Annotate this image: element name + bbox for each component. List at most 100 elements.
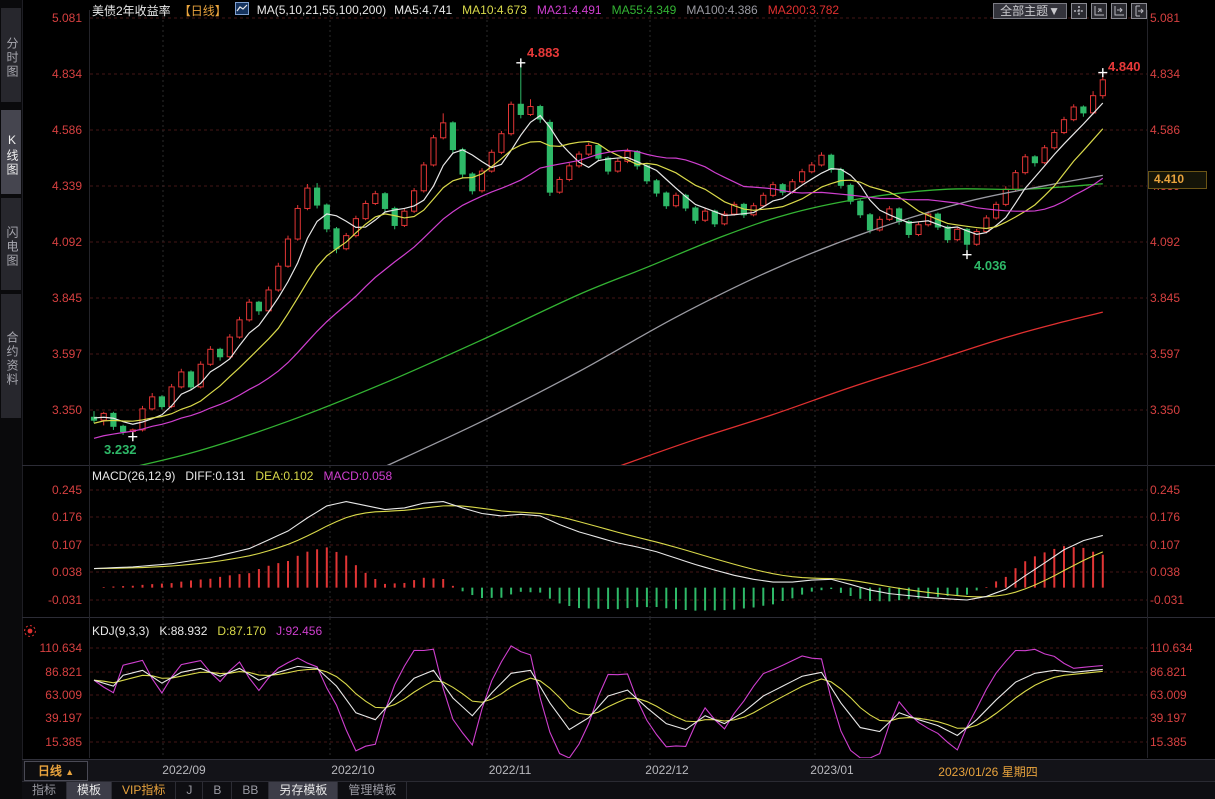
ma-value-label: MA5:4.741 bbox=[394, 3, 452, 17]
y-axis-label: 86.821 bbox=[1150, 664, 1187, 680]
y-axis-label: -0.031 bbox=[22, 592, 82, 608]
chart-header: 美债2年收益率 【日线】 MA(5,10,21,55,100,200) MA5:… bbox=[92, 2, 839, 18]
date-axis-label: 2023/01/26 星期四 bbox=[923, 763, 1053, 780]
bottom-tab-VIP指标[interactable]: VIP指标 bbox=[112, 782, 176, 799]
y-axis-label: 63.009 bbox=[1150, 687, 1187, 703]
y-axis-label: 4.834 bbox=[22, 66, 82, 82]
y-axis-label: 0.176 bbox=[22, 509, 82, 525]
y-axis-label: 0.245 bbox=[1150, 482, 1180, 498]
chart-type-icon[interactable] bbox=[235, 2, 249, 18]
y-axis-label: 5.081 bbox=[22, 10, 82, 26]
bottom-tab-B[interactable]: B bbox=[203, 782, 232, 799]
y-axis-label: 0.107 bbox=[1150, 537, 1180, 553]
bottom-tab-J[interactable]: J bbox=[176, 782, 203, 799]
sidebar-item-1[interactable]: 分时图 bbox=[1, 8, 21, 102]
macd-header-label: MACD:0.058 bbox=[323, 469, 392, 483]
fit-horizontal-icon[interactable] bbox=[1111, 3, 1127, 19]
kdj-header-label: K:88.932 bbox=[159, 624, 207, 638]
y-axis-label: 0.038 bbox=[22, 564, 82, 580]
ma-value-label: MA10:4.673 bbox=[462, 3, 527, 17]
y-axis-label: 4.092 bbox=[1150, 234, 1180, 250]
y-axis-label: 3.845 bbox=[1150, 290, 1180, 306]
left-sidebar: 分时图 K线图闪电图合约资料 bbox=[0, 0, 23, 799]
date-axis-row: 日线 ▲ 2022/092022/102022/112022/122023/01… bbox=[22, 759, 1215, 782]
y-axis-label: 3.597 bbox=[1150, 346, 1180, 362]
alert-dot-icon[interactable] bbox=[23, 624, 37, 638]
plot-right-border bbox=[1147, 10, 1148, 758]
y-axis-label: 0.176 bbox=[1150, 509, 1180, 525]
y-axis-label: 110.634 bbox=[22, 640, 82, 656]
date-axis-label: 2022/09 bbox=[149, 763, 219, 777]
fit-vertical-icon[interactable] bbox=[1091, 3, 1107, 19]
y-axis-label: 4.339 bbox=[22, 178, 82, 194]
sidebar-item-4[interactable]: 合约资料 bbox=[1, 294, 21, 418]
ma-value-label: MA55:4.349 bbox=[612, 3, 677, 17]
y-axis-label: 15.385 bbox=[22, 734, 82, 750]
y-axis-label: 110.634 bbox=[1150, 640, 1193, 656]
y-axis-label: 39.197 bbox=[22, 710, 82, 726]
ma-value-label: MA200:3.782 bbox=[768, 3, 839, 17]
kdj-header-label: D:87.170 bbox=[217, 624, 266, 638]
y-axis-label: 4.834 bbox=[1150, 66, 1180, 82]
y-axis-label: 4.586 bbox=[22, 122, 82, 138]
price-annotation: 3.232 bbox=[104, 442, 137, 457]
last-price-tag: 4.410 bbox=[1148, 171, 1207, 189]
macd-pane[interactable] bbox=[90, 466, 1147, 618]
macd-header-label: MACD(26,12,9) bbox=[92, 469, 175, 483]
bottom-tab-另存模板[interactable]: 另存模板 bbox=[269, 782, 338, 799]
price-annotation: 4.036 bbox=[974, 258, 1007, 273]
top-right-toolbar: 全部主题▼ bbox=[993, 3, 1147, 19]
bottom-tab-bar: 指标模板VIP指标JBBB另存模板管理模板 bbox=[22, 781, 1215, 799]
main-candlestick-pane[interactable] bbox=[90, 10, 1147, 466]
y-axis-label: 4.586 bbox=[1150, 122, 1180, 138]
kdj-header-label: KDJ(9,3,3) bbox=[92, 624, 149, 638]
y-axis-label: 4.092 bbox=[22, 234, 82, 250]
plot-left-border bbox=[89, 10, 90, 758]
kdj-header-label: J:92.456 bbox=[276, 624, 322, 638]
price-annotation: 4.883 bbox=[527, 45, 560, 60]
y-axis-label: 3.350 bbox=[1150, 402, 1180, 418]
y-axis-label: 0.245 bbox=[22, 482, 82, 498]
trading-terminal: 分时图 K线图闪电图合约资料 美债2年收益率 【日线】 MA(5,10,21,55… bbox=[0, 0, 1215, 799]
period-selector[interactable]: 日线 ▲ bbox=[24, 761, 88, 781]
period-arrow-icon: ▲ bbox=[65, 767, 74, 777]
pane-shift-icon[interactable] bbox=[1131, 3, 1147, 19]
y-axis-label: 5.081 bbox=[1150, 10, 1180, 26]
y-axis-label: 3.845 bbox=[22, 290, 82, 306]
date-axis-label: 2022/11 bbox=[475, 763, 545, 777]
pane-separator bbox=[22, 617, 1215, 618]
bottom-tab-指标[interactable]: 指标 bbox=[22, 782, 67, 799]
sidebar-item-2[interactable]: K线图 bbox=[1, 110, 21, 194]
y-axis-label: 0.107 bbox=[22, 537, 82, 553]
y-axis-label: -0.031 bbox=[1150, 592, 1184, 608]
bottom-tab-BB[interactable]: BB bbox=[232, 782, 269, 799]
price-annotation: 4.840 bbox=[1108, 59, 1141, 74]
theme-selector-button[interactable]: 全部主题▼ bbox=[993, 3, 1067, 19]
ma-group-label: MA(5,10,21,55,100,200) bbox=[257, 3, 386, 17]
y-axis-label: 15.385 bbox=[1150, 734, 1187, 750]
date-axis-label: 2022/10 bbox=[318, 763, 388, 777]
bottom-tab-管理模板[interactable]: 管理模板 bbox=[338, 782, 407, 799]
kdj-pane[interactable] bbox=[90, 618, 1147, 758]
y-axis-label: 63.009 bbox=[22, 687, 82, 703]
ma-value-label: MA100:4.386 bbox=[686, 3, 757, 17]
left-axis-gutter: 5.081 4.834 4.586 4.339 4.092 3.845 3.597 3.350… bbox=[22, 0, 86, 799]
y-axis-label: 86.821 bbox=[22, 664, 82, 680]
period-tag: 【日线】 bbox=[179, 2, 227, 19]
sidebar-item-3[interactable]: 闪电图 bbox=[1, 198, 21, 290]
y-axis-label: 3.350 bbox=[22, 402, 82, 418]
macd-header-label: DIFF:0.131 bbox=[185, 469, 245, 483]
pane-separator bbox=[22, 465, 1215, 466]
right-axis-gutter: 5.0814.8344.5864.3394.0923.8453.5973.350… bbox=[1150, 0, 1214, 799]
kdj-header: KDJ(9,3,3) K:88.932 D:87.170 J:92.456 bbox=[92, 624, 322, 638]
y-axis-label: 3.597 bbox=[22, 346, 82, 362]
ma-values: MA5:4.741 MA10:4.673 MA21:4.491 MA55:4.349 M… bbox=[394, 3, 839, 17]
y-axis-label: 39.197 bbox=[1150, 710, 1187, 726]
macd-header: MACD(26,12,9) DIFF:0.131 DEA:0.102 MACD:0.0… bbox=[92, 469, 392, 483]
bottom-tab-模板[interactable]: 模板 bbox=[67, 782, 112, 799]
macd-header-label: DEA:0.102 bbox=[255, 469, 313, 483]
ma-value-label: MA21:4.491 bbox=[537, 3, 602, 17]
pan-icon[interactable] bbox=[1071, 3, 1087, 19]
page-title: 美债2年收益率 bbox=[92, 2, 171, 19]
period-label: 日线 bbox=[38, 764, 62, 778]
